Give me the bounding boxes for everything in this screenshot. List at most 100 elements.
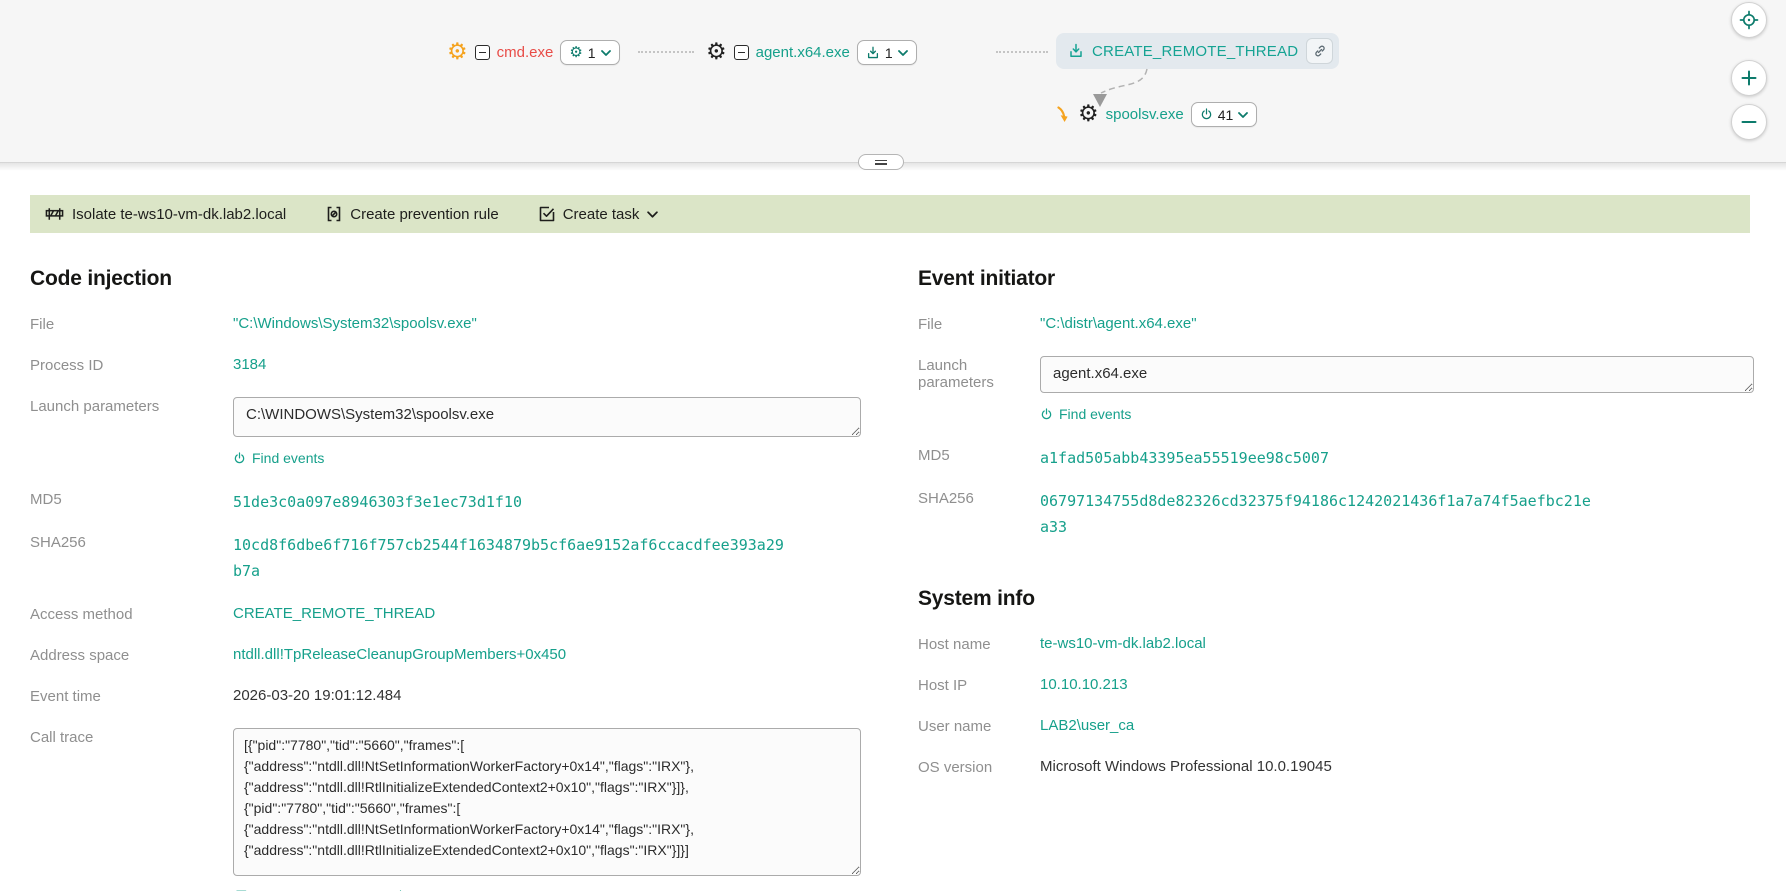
- field-label: Access method: [30, 605, 233, 623]
- create-task-label: Create task: [563, 206, 640, 223]
- gear-icon: ⚙: [569, 45, 582, 60]
- power-event-icon: [1200, 108, 1213, 121]
- field-call-trace: Call trace [{"pid":"7780","tid":"5660","…: [30, 728, 918, 891]
- sha256-hash-link[interactable]: 06797134755d8de82326cd32375f94186c124202…: [1040, 489, 1592, 541]
- field-label: SHA256: [30, 533, 233, 551]
- field-label: File: [30, 315, 233, 333]
- user-name-link[interactable]: LAB2\user_ca: [1040, 717, 1134, 734]
- fit-to-screen-button[interactable]: [1731, 2, 1767, 38]
- section-title-code-injection: Code injection: [30, 267, 918, 291]
- field-label: Call trace: [30, 728, 233, 746]
- process-graph[interactable]: ⚙ cmd.exe ⚙ 1 ⚙ agent.x64.exe 1: [0, 0, 1786, 163]
- field-user-name: User name LAB2\user_ca: [918, 717, 1756, 740]
- field-md5: MD5 51de3c0a097e8946303f3e1ec73d1f10: [30, 490, 918, 516]
- process-gear-icon: ⚙: [706, 41, 727, 64]
- injection-icon: [1068, 43, 1084, 59]
- node-spoolsv[interactable]: ⚙ spoolsv.exe 41: [1056, 102, 1257, 127]
- field-label: SHA256: [918, 489, 1040, 507]
- task-checkbox-icon: [539, 206, 555, 222]
- sha256-hash-link[interactable]: 10cd8f6dbe6f716f757cb2544f1634879b5cf6ae…: [233, 533, 785, 585]
- plus-icon: [1740, 69, 1758, 87]
- collapse-node-button[interactable]: [475, 45, 490, 60]
- file-path-link[interactable]: "C:\Windows\System32\spoolsv.exe": [233, 315, 477, 332]
- section-title-system-info: System info: [918, 587, 1756, 611]
- field-access-method: Access method CREATE_REMOTE_THREAD: [30, 605, 918, 628]
- panel-resize-handle[interactable]: [858, 154, 904, 170]
- injection-icon: [866, 46, 880, 60]
- field-label: Launch parameters: [918, 356, 1040, 391]
- find-events-icon: [1040, 408, 1053, 421]
- collapse-node-button[interactable]: [734, 45, 749, 60]
- field-label: Process ID: [30, 356, 233, 374]
- access-method-link[interactable]: CREATE_REMOTE_THREAD: [233, 605, 435, 622]
- find-events-link[interactable]: Find events: [1040, 406, 1131, 422]
- field-file: File "C:\distr\agent.x64.exe": [918, 315, 1756, 338]
- address-space-link[interactable]: ntdll.dll!TpReleaseCleanupGroupMembers+0…: [233, 646, 566, 663]
- field-label: File: [918, 315, 1040, 333]
- os-version-value: Microsoft Windows Professional 10.0.1904…: [1040, 758, 1332, 775]
- host-ip-link[interactable]: 10.10.10.213: [1040, 676, 1128, 693]
- event-link-button[interactable]: [1306, 38, 1333, 64]
- cmd-badge-count: 1: [588, 45, 596, 61]
- prevention-rule-icon: [326, 206, 342, 222]
- file-path-link[interactable]: "C:\distr\agent.x64.exe": [1040, 315, 1197, 332]
- field-md5: MD5 a1fad505abb43395ea55519ee98c5007: [918, 446, 1756, 472]
- field-label: Event time: [30, 687, 233, 705]
- field-address-space: Address space ntdll.dll!TpReleaseCleanup…: [30, 646, 918, 669]
- chevron-down-icon: [647, 211, 658, 218]
- isolate-host-button[interactable]: Isolate te-ws10-vm-dk.lab2.local: [45, 206, 286, 223]
- field-launch-parameters: Launch parameters agent.x64.exe Find eve…: [918, 356, 1756, 426]
- barrier-icon: [45, 206, 64, 222]
- find-events-label: Find events: [1059, 406, 1131, 422]
- spoolsv-badge-count: 41: [1218, 107, 1234, 123]
- code-injection-section: Code injection File "C:\Windows\System32…: [30, 267, 918, 891]
- agent-badge-count: 1: [885, 45, 893, 61]
- field-host-ip: Host IP 10.10.10.213: [918, 676, 1756, 699]
- field-label: MD5: [918, 446, 1040, 464]
- field-sha256: SHA256 06797134755d8de82326cd32375f94186…: [918, 489, 1756, 541]
- field-launch-parameters: Launch parameters C:\WINDOWS\System32\sp…: [30, 397, 918, 470]
- md5-hash-link[interactable]: a1fad505abb43395ea55519ee98c5007: [1040, 446, 1329, 472]
- agent-injections-dropdown[interactable]: 1: [857, 40, 917, 65]
- field-event-time: Event time 2026-03-20 19:01:12.484: [30, 687, 918, 710]
- launch-parameters-input[interactable]: C:\WINDOWS\System32\spoolsv.exe: [233, 397, 861, 437]
- node-cmd[interactable]: ⚙ cmd.exe ⚙ 1: [447, 40, 620, 65]
- system-info-section: System info Host name te-ws10-vm-dk.lab2…: [918, 587, 1756, 781]
- create-prevention-rule-button[interactable]: Create prevention rule: [326, 206, 498, 223]
- md5-hash-link[interactable]: 51de3c0a097e8946303f3e1ec73d1f10: [233, 490, 522, 516]
- launch-parameters-input[interactable]: agent.x64.exe: [1040, 356, 1754, 393]
- field-label: OS version: [918, 758, 1040, 776]
- spoolsv-events-dropdown[interactable]: 41: [1191, 102, 1258, 127]
- process-name-cmd[interactable]: cmd.exe: [497, 44, 554, 61]
- create-prevention-rule-label: Create prevention rule: [350, 206, 498, 223]
- process-id-link[interactable]: 3184: [233, 356, 266, 373]
- field-host-name: Host name te-ws10-vm-dk.lab2.local: [918, 635, 1756, 658]
- find-events-link[interactable]: Find events: [233, 450, 324, 466]
- graph-edge: [996, 51, 1048, 53]
- link-icon: [1313, 44, 1327, 58]
- process-name-agent[interactable]: agent.x64.exe: [756, 44, 850, 61]
- call-trace-input[interactable]: [{"pid":"7780","tid":"5660","frames":[ {…: [233, 728, 861, 876]
- zoom-in-button[interactable]: [1731, 60, 1767, 96]
- find-events-label: Find events: [252, 450, 324, 466]
- cmd-children-dropdown[interactable]: ⚙ 1: [560, 40, 619, 65]
- minus-icon: [1740, 113, 1758, 131]
- section-title-event-initiator: Event initiator: [918, 267, 1756, 291]
- node-agent[interactable]: ⚙ agent.x64.exe 1: [706, 40, 917, 65]
- field-os-version: OS version Microsoft Windows Professiona…: [918, 758, 1756, 781]
- event-type-label[interactable]: CREATE_REMOTE_THREAD: [1092, 43, 1298, 60]
- chevron-down-icon: [898, 50, 908, 56]
- process-name-spoolsv[interactable]: spoolsv.exe: [1106, 106, 1184, 123]
- response-toolbar: Isolate te-ws10-vm-dk.lab2.local Create …: [30, 195, 1750, 233]
- find-events-icon: [233, 452, 246, 465]
- host-name-link[interactable]: te-ws10-vm-dk.lab2.local: [1040, 635, 1206, 652]
- field-label: Host IP: [918, 676, 1040, 694]
- isolate-host-label: Isolate te-ws10-vm-dk.lab2.local: [72, 206, 286, 223]
- zoom-out-button[interactable]: [1731, 104, 1767, 140]
- graph-edge: [638, 51, 694, 53]
- injected-arrow-icon: [1056, 106, 1071, 123]
- field-label: User name: [918, 717, 1040, 735]
- field-process-id: Process ID 3184: [30, 356, 918, 379]
- event-node-create-remote-thread[interactable]: CREATE_REMOTE_THREAD: [1056, 33, 1339, 69]
- create-task-button[interactable]: Create task: [539, 206, 659, 223]
